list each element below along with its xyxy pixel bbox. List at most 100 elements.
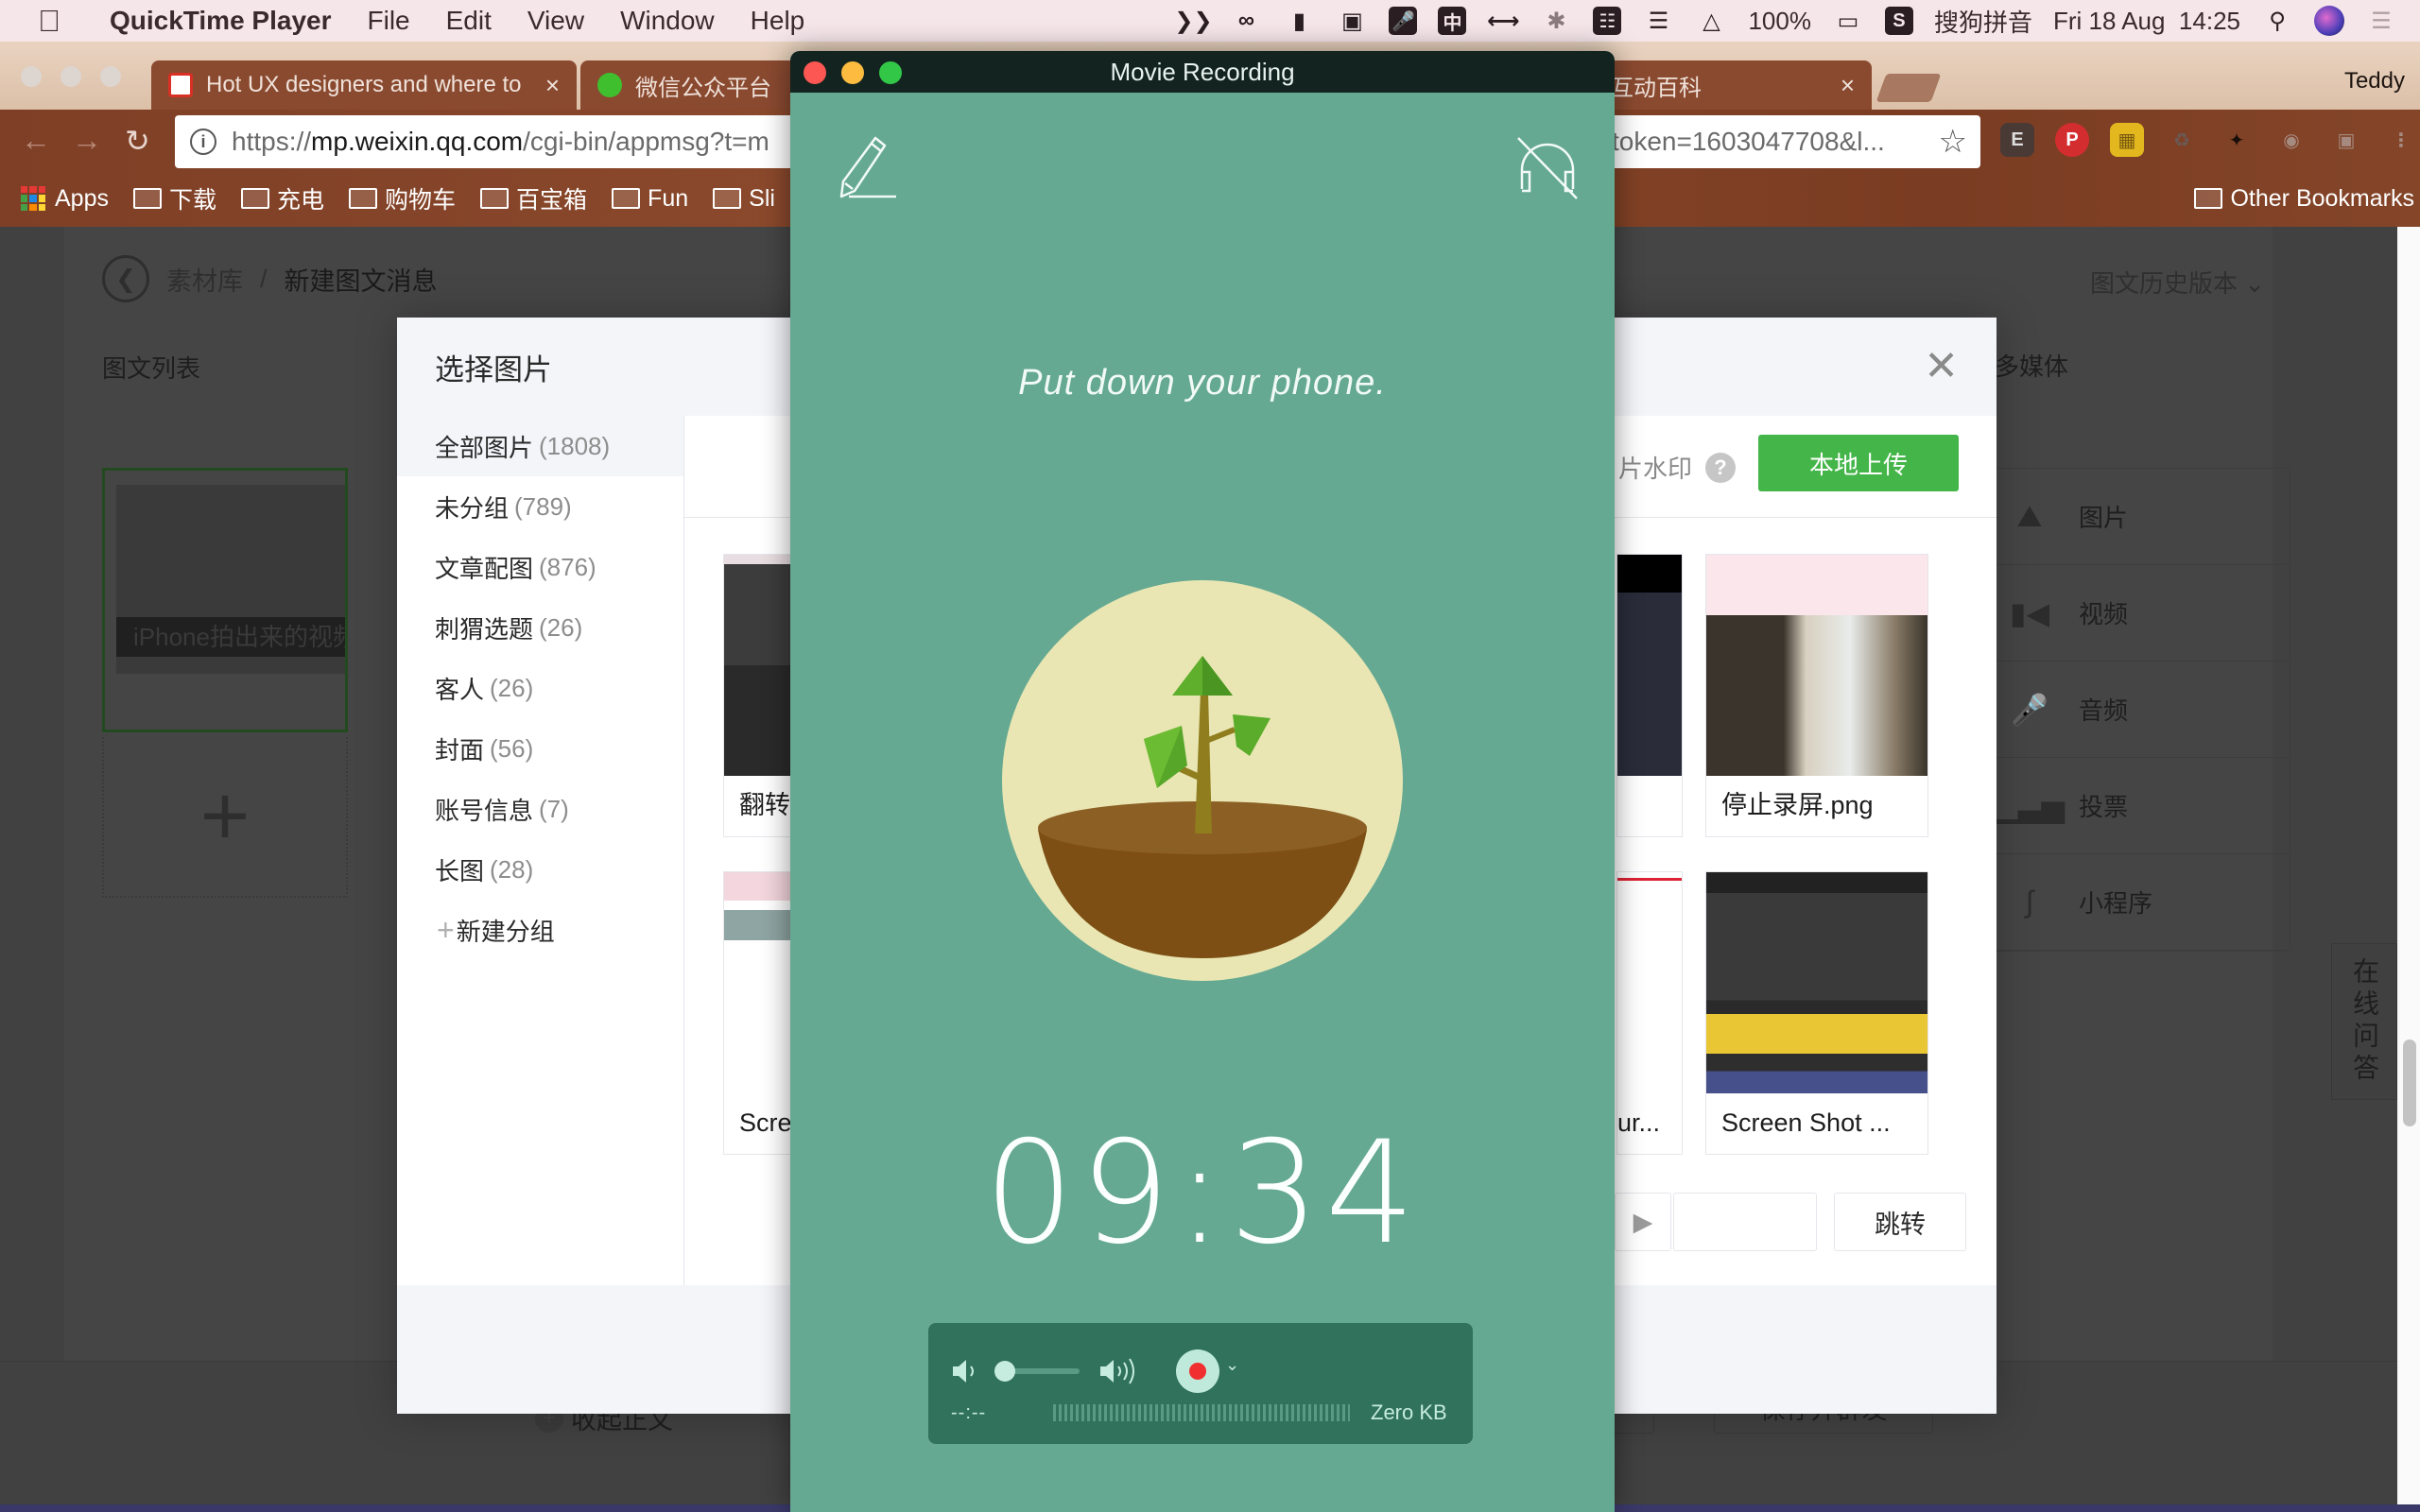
notification-center-icon[interactable]: ☰ [2365,7,2397,35]
input-method-label[interactable]: 搜狗拼音 [1934,4,2032,39]
bookmark-folder[interactable]: 下载 [132,181,216,215]
image-card[interactable]: ur... [1616,871,1683,1155]
bookmark-folder[interactable]: 百宝箱 [480,181,587,215]
bookmark-folder[interactable]: Fun [612,185,688,213]
grid-extension-icon[interactable]: ▦ [2110,123,2144,157]
media-item-vote[interactable]: ▁▃▅ 投票 [1995,758,2290,854]
menu-window[interactable]: Window [620,6,715,36]
battery-icon[interactable]: ▭ [1832,7,1864,35]
breadcrumb-parent[interactable]: 素材库 [166,261,243,298]
bookmark-apps[interactable]: Apps [21,185,109,213]
group-item[interactable]: 长图 (28) [397,839,683,900]
apple-menu-icon[interactable]:  [38,4,76,39]
group-item[interactable]: 客人 (26) [397,658,683,718]
airplay-icon[interactable]: △ [1695,7,1727,35]
wifi-icon[interactable]: ☰ [1642,7,1674,35]
local-upload-button[interactable]: 本地上传 [1758,435,1959,491]
group-item[interactable]: 文章配图 (876) [397,537,683,597]
back-arrow-icon[interactable]: ← [21,123,51,158]
help-icon[interactable]: ? [1705,452,1737,483]
memory-icon[interactable]: ☷ [1593,7,1622,35]
media-item-image[interactable]: ⛰ 图片 [1996,469,2290,565]
volume-knob[interactable] [994,1361,1015,1382]
page-number-input[interactable] [1673,1193,1817,1251]
recycle-icon[interactable]: ♻ [2165,123,2199,157]
media-item-video[interactable]: ▮◀ 视频 [1996,565,2290,662]
profile-name[interactable]: Teddy [2344,68,2405,94]
article-card[interactable]: iPhone拍出来的视频 [102,468,348,732]
headphones-off-icon[interactable] [1514,134,1581,200]
camera-icon[interactable]: ◉ [2274,123,2308,157]
new-tab-button[interactable] [1876,74,1942,102]
next-page-button[interactable]: ▶ [1615,1193,1671,1251]
group-name: 账号信息 [435,796,534,825]
record-options-chevron-icon[interactable]: ⌄ [1225,1355,1239,1375]
minimize-window-button[interactable] [60,66,81,87]
bookmark-folder[interactable]: Sli [713,185,775,213]
history-version-dropdown[interactable]: 图文历史版本 ⌄ [2090,265,2265,300]
reload-icon[interactable]: ↻ [125,123,150,159]
page-scrollbar[interactable] [2397,227,2420,1504]
clock[interactable]: Fri 18 Aug 14:25 [2053,7,2240,36]
forward-arrows-icon[interactable]: ❯❯ [1174,7,1212,35]
bookmark-star-icon[interactable]: ☆ [1939,123,1967,161]
record-button[interactable] [1176,1349,1219,1393]
flow-icon[interactable]: ⟷ [1487,7,1519,35]
new-group-button[interactable]: + 新建分组 [397,900,683,960]
microphone-icon[interactable]: 🎤 [1389,7,1418,35]
chinese-input-icon[interactable]: 中 [1438,7,1467,35]
bluetooth-icon[interactable]: ✱ [1540,7,1572,35]
group-item[interactable]: 刺猬选题 (26) [397,597,683,658]
zoom-window-button[interactable] [879,61,902,84]
bookmark-icon[interactable]: ▮ [1283,7,1315,35]
display-icon[interactable]: ▣ [1336,7,1368,35]
image-card[interactable]: 停止录屏.png [1705,554,1928,837]
bookmark-folder[interactable]: 充电 [241,181,324,215]
close-icon[interactable]: ✕ [1924,342,1959,390]
watermark-option[interactable]: 片水印? [1618,450,1737,485]
bookmark-folder[interactable]: 购物车 [349,181,456,215]
close-tab-icon[interactable]: × [545,71,560,100]
tab-gmail[interactable]: Hot UX designers and where to × [151,60,577,110]
screenshot-camera-icon[interactable]: ▣ [2329,123,2363,157]
tab-wechat[interactable]: 微信公众平台 [580,60,807,110]
pinterest-icon[interactable]: P [2055,123,2089,157]
image-card[interactable]: Screen Shot ... [1705,871,1928,1155]
group-item[interactable]: 全部图片 (1808) [397,416,683,476]
image-card[interactable] [1616,554,1683,837]
creative-cloud-icon[interactable]: ∞ [1230,7,1262,35]
forward-arrow-icon[interactable]: → [72,123,102,158]
battery-percent[interactable]: 100% [1748,7,1811,36]
pencil-icon[interactable] [834,134,900,200]
info-icon[interactable]: i [190,129,216,155]
scrollbar-thumb[interactable] [2403,1040,2416,1126]
group-item[interactable]: 账号信息 (7) [397,779,683,839]
menu-view[interactable]: View [527,6,584,36]
close-tab-icon[interactable]: × [1841,71,1855,100]
close-window-button[interactable] [804,61,826,84]
close-window-button[interactable] [21,66,42,87]
online-qa-tab[interactable]: 在线问答 [2331,943,2397,1100]
volume-slider[interactable] [994,1361,1080,1382]
zoom-window-button[interactable] [100,66,121,87]
back-icon[interactable]: ❮ [102,255,149,302]
menu-file[interactable]: File [368,6,410,36]
siri-icon[interactable] [2314,6,2344,36]
jump-button[interactable]: 跳转 [1834,1193,1966,1251]
evernote-icon[interactable]: E [2000,123,2034,157]
ninja-icon[interactable]: ✦ [2220,123,2254,157]
menu-help[interactable]: Help [751,6,805,36]
spotlight-search-icon[interactable]: ⚲ [2261,7,2293,35]
minimize-window-button[interactable] [841,61,864,84]
media-item-miniprogram[interactable]: ∫ 小程序 [1996,854,2290,951]
group-item[interactable]: 封面 (56) [397,718,683,779]
group-item[interactable]: 未分组 (789) [397,476,683,537]
window-titlebar[interactable]: Movie Recording [790,51,1615,93]
other-bookmarks[interactable]: Other Bookmarks [2194,185,2414,213]
sogou-icon[interactable]: S [1884,7,1913,35]
menu-edit[interactable]: Edit [446,6,492,36]
menu-app-name[interactable]: QuickTime Player [110,6,332,36]
media-item-audio[interactable]: 🎤 音频 [1996,662,2290,758]
add-article-button[interactable]: + [102,737,348,898]
more-menu-icon[interactable]: ⋮ [2384,123,2418,157]
